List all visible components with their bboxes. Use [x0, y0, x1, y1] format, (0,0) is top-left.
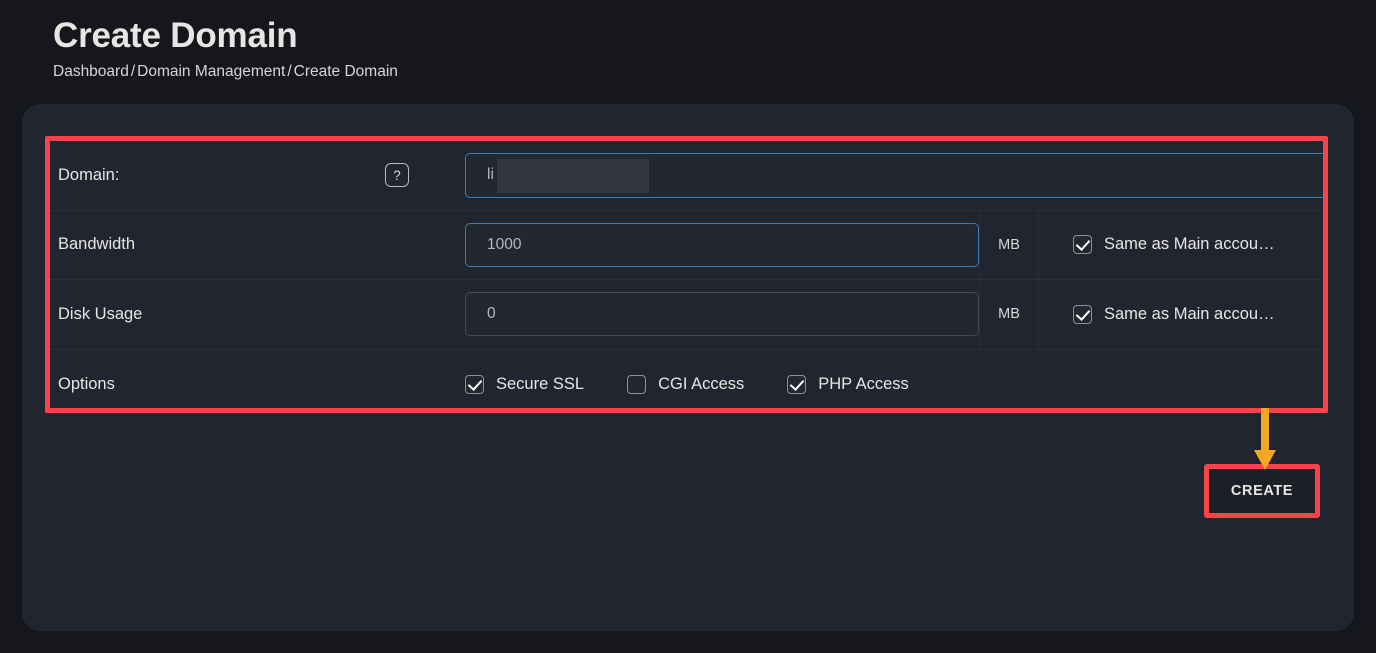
option-cgi-access-label: CGI Access: [658, 374, 745, 393]
bandwidth-label: Bandwidth: [58, 235, 136, 254]
checkbox-icon[interactable]: [1073, 235, 1092, 255]
breadcrumb-item-domain-management[interactable]: Domain Management: [137, 63, 285, 80]
checkbox-icon[interactable]: [627, 374, 647, 394]
bandwidth-same-as-main-label: Same as Main accou…: [1104, 235, 1275, 254]
help-icon[interactable]: ?: [385, 163, 409, 188]
checkbox-icon[interactable]: [787, 374, 807, 394]
form-row-domain: Domain: ? li: [50, 141, 1328, 211]
breadcrumb-item-create-domain: Create Domain: [293, 63, 398, 80]
options-label: Options: [58, 374, 115, 393]
bandwidth-same-as-main-checkbox[interactable]: Same as Main accou…: [1039, 235, 1275, 255]
domain-label: Domain:: [58, 165, 120, 184]
disk-usage-input[interactable]: 0: [465, 292, 979, 337]
option-secure-ssl[interactable]: Secure SSL: [465, 374, 585, 394]
options-group: Secure SSL CGI Access PHP Access: [465, 374, 909, 394]
annotation-arrow-icon: [1254, 408, 1276, 470]
checkbox-icon[interactable]: [465, 374, 484, 394]
form-row-options: Options Secure SSL CGI Access PHP Access: [50, 350, 1323, 420]
page-title: Create Domain: [53, 16, 298, 55]
option-php-access[interactable]: PHP Access: [787, 374, 909, 394]
option-php-access-label: PHP Access: [818, 374, 909, 393]
create-domain-form: Domain: ? li Bandwidth 1000 MB Same as M…: [50, 141, 1328, 408]
breadcrumb-separator: /: [287, 63, 292, 80]
bandwidth-input[interactable]: 1000: [465, 222, 979, 267]
disk-usage-unit: MB: [979, 279, 1039, 349]
bandwidth-unit: MB: [979, 210, 1039, 280]
redaction-overlay: [497, 158, 649, 193]
disk-usage-label: Disk Usage: [58, 304, 143, 323]
page-header: Create Domain Dashboard / Domain Managemen…: [53, 14, 398, 82]
disk-usage-same-as-main-checkbox[interactable]: Same as Main accou…: [1039, 304, 1275, 324]
domain-input[interactable]: li: [465, 152, 1328, 198]
create-button[interactable]: CREATE: [1209, 469, 1315, 513]
domain-input-value: li: [487, 166, 494, 184]
disk-usage-input-value: 0: [487, 305, 496, 323]
disk-usage-same-as-main-label: Same as Main accou…: [1104, 304, 1275, 323]
checkbox-icon[interactable]: [1073, 304, 1092, 324]
option-cgi-access[interactable]: CGI Access: [627, 374, 745, 394]
breadcrumb-separator: /: [130, 63, 136, 80]
form-row-disk-usage: Disk Usage 0 MB Same as Main accou…: [50, 279, 1323, 350]
form-row-bandwidth: Bandwidth 1000 MB Same as Main accou…: [50, 210, 1323, 280]
option-secure-ssl-label: Secure SSL: [496, 374, 585, 393]
breadcrumb: Dashboard / Domain Management / Create Domai…: [53, 62, 398, 82]
bandwidth-input-value: 1000: [487, 235, 522, 253]
breadcrumb-item-dashboard[interactable]: Dashboard: [53, 63, 129, 80]
